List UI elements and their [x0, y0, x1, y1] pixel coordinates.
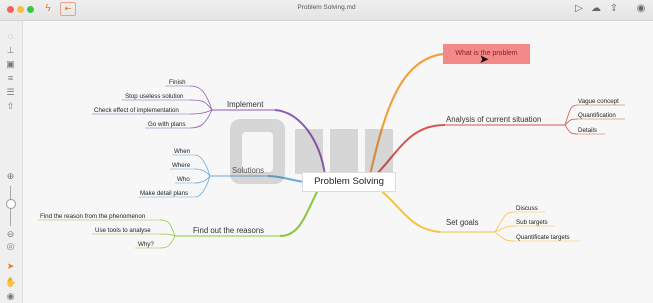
node-sub-targets[interactable]: Sub targets	[516, 219, 548, 226]
node-analysis[interactable]: Analysis of current situation	[446, 115, 541, 124]
node-where[interactable]: Where	[172, 162, 190, 169]
node-details[interactable]: Details	[578, 127, 597, 134]
node-quantificate-targets[interactable]: Quantificate targets	[516, 234, 570, 241]
node-make-detail-plans[interactable]: Make detail plans	[140, 190, 188, 197]
node-reason-from-phenomenon[interactable]: Find the reason from the phenomenon	[40, 213, 145, 220]
node-use-tools[interactable]: Use tools to analyse	[95, 227, 151, 234]
node-why[interactable]: Why?	[138, 241, 154, 248]
node-implement[interactable]: Implement	[227, 100, 263, 109]
node-when[interactable]: When	[174, 148, 190, 155]
node-solutions[interactable]: Solutions	[232, 166, 264, 175]
node-finish[interactable]: Finish	[169, 79, 186, 86]
mouse-cursor-icon: ➤	[479, 52, 490, 66]
node-quantification[interactable]: Quantification	[578, 112, 616, 119]
node-find-reasons[interactable]: Find out the reasons	[193, 226, 264, 235]
node-check-effect[interactable]: Check effect of implementation	[94, 107, 179, 114]
node-set-goals[interactable]: Set goals	[446, 218, 479, 227]
node-go-with-plans[interactable]: Go with plans	[148, 121, 186, 128]
node-discuss[interactable]: Discuss	[516, 205, 538, 212]
node-stop-useless-solution[interactable]: Stop useless solution	[125, 93, 183, 100]
node-vague-concept[interactable]: Vague concept	[578, 98, 619, 105]
central-node[interactable]: Problem Solving	[302, 172, 396, 192]
node-who[interactable]: Who	[177, 176, 190, 183]
